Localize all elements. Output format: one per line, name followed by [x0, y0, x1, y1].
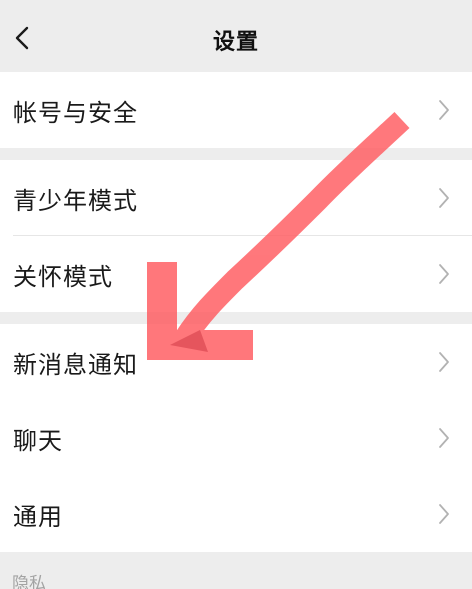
settings-item-label: 帐号与安全 — [13, 98, 138, 127]
chevron-right-icon — [439, 428, 449, 448]
settings-item-teen-mode[interactable]: 青少年模式 — [0, 160, 472, 236]
chevron-right-icon — [439, 504, 449, 524]
chevron-right-icon — [439, 264, 449, 284]
settings-item-label: 青少年模式 — [13, 186, 138, 215]
chevron-right-icon — [439, 100, 449, 120]
settings-item-account-security[interactable]: 帐号与安全 — [0, 72, 472, 148]
settings-group-general: 新消息通知 聊天 通用 — [0, 324, 472, 552]
settings-item-label: 关怀模式 — [13, 262, 113, 291]
settings-item-label: 新消息通知 — [13, 350, 138, 379]
settings-group-modes: 青少年模式 关怀模式 — [0, 160, 472, 312]
settings-item-care-mode[interactable]: 关怀模式 — [0, 236, 472, 312]
settings-screen: 上午 设置 设置 帐号与安全 青少年模式 关怀模式 — [0, 0, 472, 589]
page-title: 设置 — [212, 30, 259, 55]
navigation-bar: 设置 — [0, 0, 472, 72]
settings-group-account: 帐号与安全 — [0, 72, 472, 148]
chevron-right-icon — [439, 352, 449, 372]
settings-item-label: 聊天 — [13, 426, 63, 455]
section-header-privacy: 隐私 — [12, 574, 46, 589]
chevron-right-icon — [439, 188, 449, 208]
settings-item-label: 通用 — [13, 502, 63, 531]
settings-item-general[interactable]: 通用 — [0, 476, 472, 552]
settings-item-chat[interactable]: 聊天 — [0, 400, 472, 476]
settings-item-new-message-notification[interactable]: 新消息通知 — [0, 324, 472, 400]
